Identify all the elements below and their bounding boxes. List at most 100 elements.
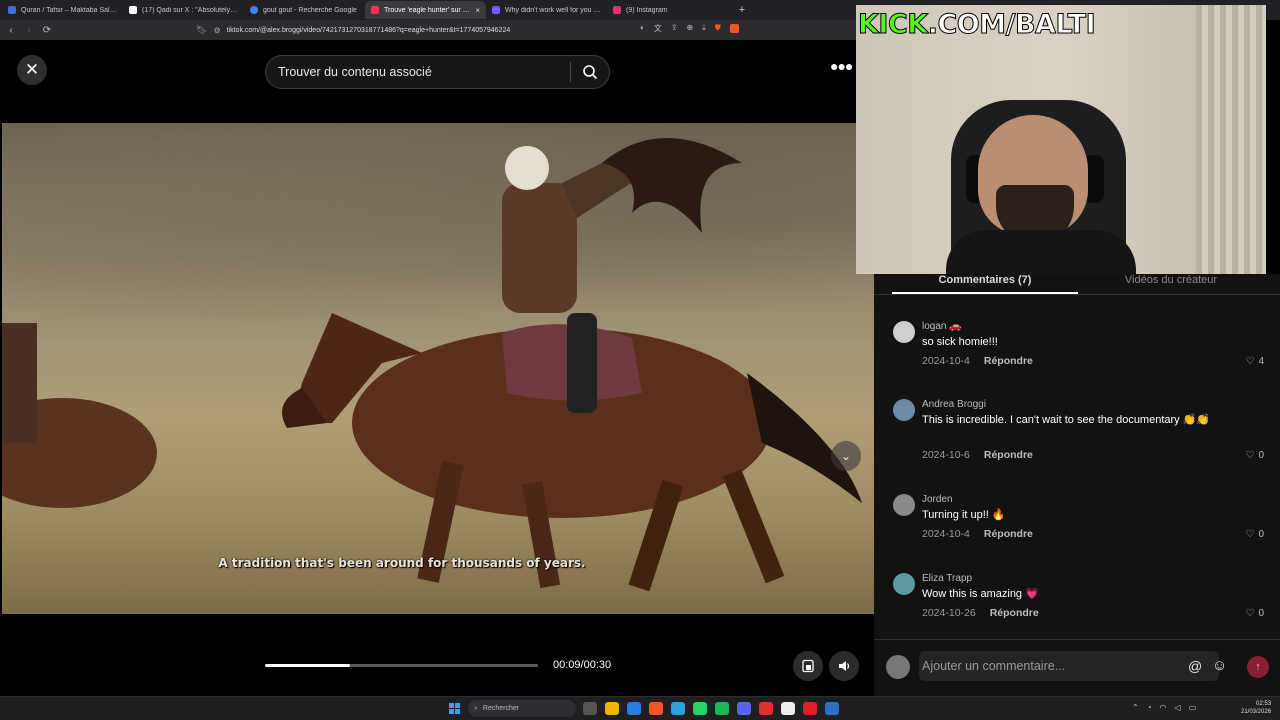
taskbar-app-icon[interactable] bbox=[627, 702, 641, 715]
video-time: 00:09/00:30 bbox=[553, 659, 612, 671]
reply-button[interactable]: Répondre bbox=[984, 355, 1033, 367]
tab-close-icon[interactable]: × bbox=[475, 6, 480, 15]
taskbar-app-icon[interactable] bbox=[583, 702, 597, 715]
back-icon[interactable]: ‹ bbox=[4, 25, 18, 36]
browser-tab[interactable]: (9) Instagram bbox=[607, 1, 728, 19]
network-icon[interactable]: ◔ bbox=[1147, 703, 1152, 712]
comment-username[interactable]: Eliza Trapp bbox=[922, 573, 972, 584]
zoom-icon[interactable]: ⊕ bbox=[687, 23, 694, 34]
site-info-icon[interactable]: ⚙︎ bbox=[213, 26, 220, 35]
translate-icon[interactable]: 文 bbox=[654, 23, 662, 34]
search-icon: ⌕ bbox=[474, 704, 478, 712]
taskbar-app-icon[interactable] bbox=[737, 702, 751, 715]
tab-comments[interactable]: Commentaires (7) bbox=[892, 274, 1078, 294]
reply-button[interactable]: Répondre bbox=[984, 528, 1033, 540]
comment-date: 2024-10-26 bbox=[922, 607, 976, 619]
heart-icon: ♡ bbox=[1245, 608, 1255, 619]
comment-username[interactable]: logan 🚗 bbox=[922, 321, 962, 332]
tab-favicon-icon bbox=[613, 6, 621, 14]
like-button[interactable]: ♡ 0 bbox=[1245, 608, 1264, 619]
new-tab-button[interactable]: + bbox=[734, 4, 750, 16]
forward-icon[interactable]: › bbox=[22, 25, 36, 36]
browser-tab[interactable]: Quran / Tafsir – Maktaba Saliha bbox=[2, 1, 123, 19]
like-count: 4 bbox=[1258, 356, 1264, 367]
send-button[interactable]: ↑ bbox=[1247, 656, 1269, 678]
emoji-icon[interactable]: ☺︎ bbox=[1212, 657, 1227, 674]
windows-start-icon[interactable] bbox=[449, 703, 460, 714]
reader-icon[interactable]: ◐ bbox=[640, 23, 645, 34]
like-button[interactable]: ♡ 0 bbox=[1245, 450, 1264, 461]
comment-date: 2024-10-4 bbox=[922, 355, 970, 367]
url-text[interactable]: tiktok.com/@alex.broggi/video/7421731270… bbox=[227, 27, 511, 34]
comment-item: Jorden Turning it up!! 🔥 2024-10-4 Répon… bbox=[874, 494, 1280, 554]
taskbar-clock[interactable]: 02:53 21/03/2026 bbox=[1241, 700, 1271, 716]
avatar[interactable] bbox=[893, 494, 915, 516]
taskbar-app-icon[interactable] bbox=[693, 702, 707, 715]
comment-username[interactable]: Jorden bbox=[922, 494, 953, 505]
video-progress-fill bbox=[265, 664, 350, 667]
search-input[interactable]: Trouver du contenu associé bbox=[266, 65, 570, 79]
video-progress-bar[interactable] bbox=[265, 664, 538, 667]
browser-tab-active[interactable]: Trouve 'eagle hunter' sur TikTok × bbox=[365, 1, 486, 19]
heart-icon: ♡ bbox=[1245, 529, 1255, 540]
browser-tab[interactable]: gout gout - Recherche Google bbox=[244, 1, 365, 19]
pip-icon bbox=[802, 659, 814, 673]
taskbar-search[interactable]: ⌕ Rechercher bbox=[468, 700, 576, 717]
related-search-bar[interactable]: Trouver du contenu associé bbox=[265, 55, 610, 89]
chevron-up-icon[interactable]: ⌃ bbox=[1132, 703, 1139, 712]
bookmark-icon[interactable]: 🔖︎ bbox=[196, 25, 207, 36]
share-icon[interactable]: ⇪ bbox=[671, 23, 678, 34]
comment-username[interactable]: Andrea Broggi bbox=[922, 399, 986, 410]
picture-in-picture-button[interactable] bbox=[793, 651, 823, 681]
avatar[interactable] bbox=[893, 573, 915, 595]
taskbar-app-icon[interactable] bbox=[825, 702, 839, 715]
avatar[interactable] bbox=[893, 321, 915, 343]
tab-favicon-icon bbox=[371, 6, 379, 14]
taskbar-app-icon[interactable] bbox=[759, 702, 773, 715]
comment-date: 2024-10-6 bbox=[922, 449, 970, 461]
browser-tab[interactable]: (17) Qadi sur X : "Absolutely outrage bbox=[123, 1, 244, 19]
comment-text: Turning it up!! 🔥 bbox=[922, 509, 1006, 521]
browser-tab[interactable]: Why didn't work well for you ? What bbox=[486, 1, 607, 19]
close-button[interactable]: ✕ bbox=[17, 55, 47, 85]
taskbar-app-icon[interactable] bbox=[605, 702, 619, 715]
streamer-body bbox=[946, 230, 1136, 274]
avatar[interactable] bbox=[893, 399, 915, 421]
wifi-icon[interactable]: ◠ bbox=[1160, 703, 1167, 712]
tab-title: (9) Instagram bbox=[626, 6, 668, 14]
taskbar-app-icon[interactable] bbox=[649, 702, 663, 715]
webcam-curtain bbox=[1196, 5, 1266, 274]
volume-button[interactable] bbox=[829, 651, 859, 681]
next-video-button[interactable]: ⌄ bbox=[831, 441, 861, 471]
taskbar-app-icon[interactable] bbox=[715, 702, 729, 715]
install-icon[interactable]: ⤓ bbox=[702, 23, 706, 34]
more-options-icon[interactable]: ●●● bbox=[830, 58, 853, 74]
clock-date: 21/03/2026 bbox=[1241, 709, 1272, 715]
taskbar-app-icon[interactable] bbox=[671, 702, 685, 715]
taskbar-app-icon[interactable] bbox=[803, 702, 817, 715]
video-stage: ✕ Trouver du contenu associé ●●● A tradi… bbox=[0, 40, 874, 696]
like-button[interactable]: ♡ 0 bbox=[1245, 529, 1264, 540]
search-button[interactable] bbox=[571, 64, 609, 80]
reload-icon[interactable]: ⟳ bbox=[40, 25, 54, 36]
like-button[interactable]: ♡ 4 bbox=[1245, 356, 1264, 367]
comment-meta: 2024-10-6 Répondre bbox=[922, 449, 1033, 461]
heart-icon: ♡ bbox=[1245, 450, 1255, 461]
battery-icon[interactable]: ▭ bbox=[1189, 703, 1197, 712]
tab-title: gout gout - Recherche Google bbox=[263, 6, 357, 14]
system-tray: ⌃ ◔ ◠ ◁ ▭ bbox=[1132, 703, 1196, 712]
tab-creator-videos[interactable]: Vidéos du créateur bbox=[1078, 274, 1264, 294]
reply-button[interactable]: Répondre bbox=[984, 449, 1033, 461]
mention-icon[interactable]: @ bbox=[1188, 658, 1202, 674]
video-player[interactable]: A tradition that's been around for thous… bbox=[2, 123, 874, 614]
comment-item: Eliza Trapp Wow this is amazing 💗 2024-1… bbox=[874, 573, 1280, 633]
taskbar-app-icon[interactable] bbox=[781, 702, 795, 715]
extension-icon[interactable] bbox=[729, 24, 739, 33]
shield-icon[interactable]: ⛊ bbox=[715, 23, 721, 34]
avatar bbox=[886, 655, 910, 679]
speaker-icon[interactable]: ◁ bbox=[1175, 703, 1181, 712]
like-count: 0 bbox=[1258, 450, 1264, 461]
comment-input[interactable]: Ajouter un commentaire... bbox=[919, 651, 1219, 681]
tab-favicon-icon bbox=[492, 6, 500, 14]
reply-button[interactable]: Répondre bbox=[990, 607, 1039, 619]
